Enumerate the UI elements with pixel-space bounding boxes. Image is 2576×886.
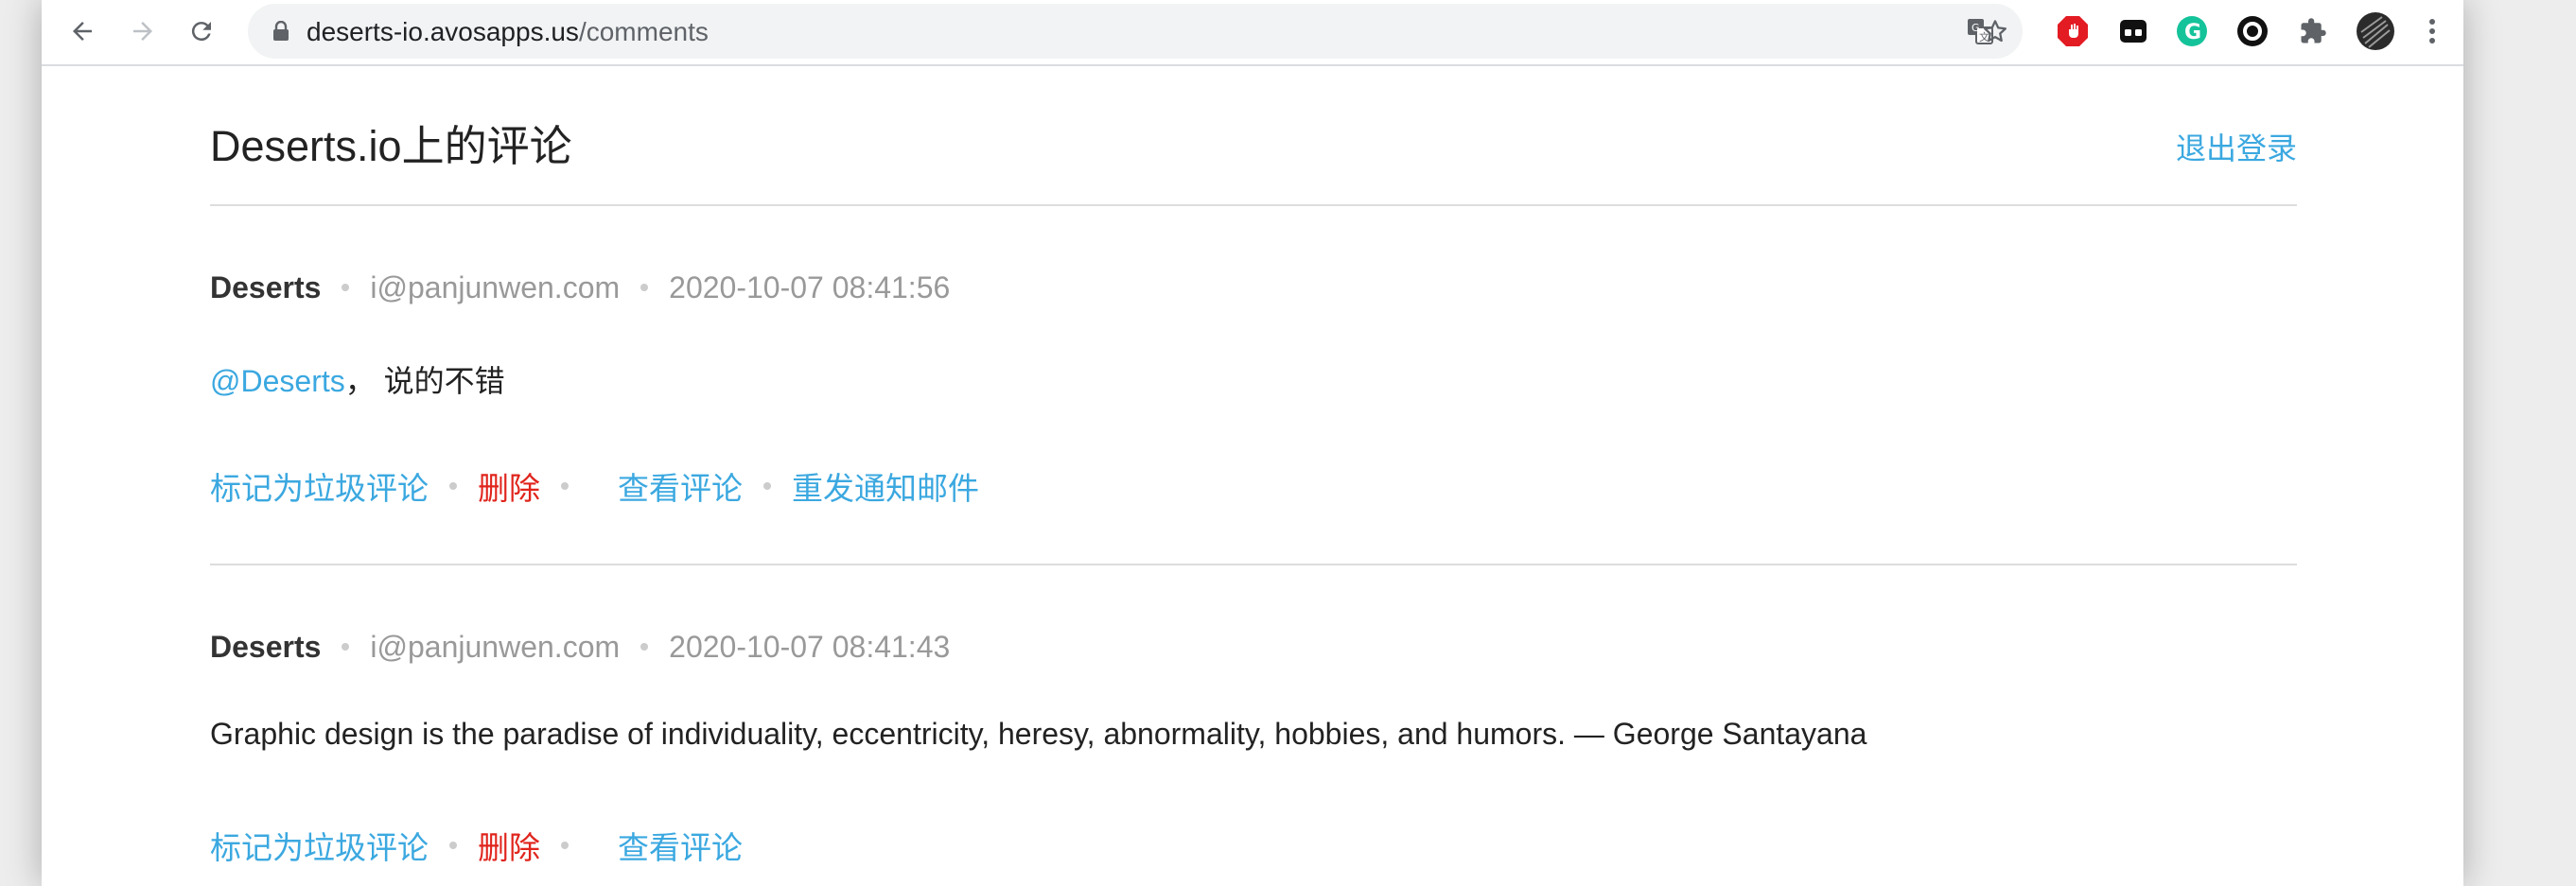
more-menu-icon[interactable]	[2416, 15, 2448, 47]
header-divider	[210, 204, 2297, 206]
browser-toolbar: deserts-io.avosapps.us/comments G文 G	[42, 0, 2463, 66]
forward-icon[interactable]	[123, 11, 163, 51]
separator-dot	[561, 482, 569, 490]
bookmark-star-icon[interactable]	[1981, 17, 2009, 45]
comment-actions: 标记为垃圾评论 删除 查看评论	[210, 823, 743, 868]
view-comment-link[interactable]: 查看评论	[618, 463, 743, 509]
delete-link[interactable]: 删除	[478, 463, 540, 509]
url-path: /comments	[578, 17, 709, 46]
url-host: deserts-io.avosapps.us	[307, 17, 579, 46]
comment-item: Deserts i@panjunwen.com 2020-10-07 08:41…	[210, 628, 2297, 886]
mark-spam-link[interactable]: 标记为垃圾评论	[210, 463, 429, 509]
url-text[interactable]: deserts-io.avosapps.us/comments	[307, 17, 709, 47]
separator-dot	[763, 482, 771, 490]
comment-body: @Deserts， 说的不错	[210, 357, 505, 401]
comment-item: Deserts i@panjunwen.com 2020-10-07 08:41…	[210, 269, 2297, 552]
reload-icon[interactable]	[182, 11, 221, 51]
separator-dot	[449, 842, 457, 849]
page-title: Deserts.io上的评论	[210, 122, 572, 170]
adblock-extension-icon[interactable]	[2057, 15, 2089, 47]
profile-avatar[interactable]	[2356, 11, 2395, 51]
separator-dot	[640, 643, 649, 651]
resend-email-link[interactable]: 重发通知邮件	[792, 463, 979, 509]
extensions-puzzle-icon[interactable]	[2297, 15, 2329, 47]
view-comment-link[interactable]: 查看评论	[618, 823, 743, 868]
browser-window: deserts-io.avosapps.us/comments G文 G Des…	[42, 0, 2463, 886]
separator-dot	[561, 842, 569, 849]
comment-text: ， 说的不错	[344, 364, 505, 398]
mention-link[interactable]: @Deserts	[210, 364, 345, 398]
back-icon[interactable]	[62, 11, 102, 51]
comment-author: Deserts	[210, 629, 322, 664]
separator-dot	[342, 643, 350, 651]
separator-dot	[449, 482, 457, 490]
lock-icon	[272, 20, 289, 46]
comment-email: i@panjunwen.com	[370, 269, 621, 304]
comment-time: 2020-10-07 08:41:56	[669, 269, 951, 304]
separator-dot	[640, 284, 649, 291]
address-bar[interactable]: deserts-io.avosapps.us/comments G文	[248, 4, 2023, 59]
comment-time: 2020-10-07 08:41:43	[669, 629, 951, 664]
logout-link[interactable]: 退出登录	[2176, 125, 2297, 168]
comment-email: i@panjunwen.com	[370, 629, 621, 664]
grammarly-extension-icon[interactable]: G	[2176, 15, 2208, 47]
separator-dot	[342, 284, 350, 291]
comment-meta: Deserts i@panjunwen.com 2020-10-07 08:41…	[210, 269, 950, 306]
circle-extension-icon[interactable]	[2236, 15, 2269, 47]
tab-manager-extension-icon[interactable]	[2117, 15, 2149, 47]
comment-divider	[210, 564, 2297, 565]
comment-author: Deserts	[210, 269, 322, 304]
svg-text:G: G	[2184, 21, 2201, 44]
comment-body: Graphic design is the paradise of indivi…	[210, 717, 1867, 751]
mark-spam-link[interactable]: 标记为垃圾评论	[210, 823, 429, 868]
delete-link[interactable]: 删除	[478, 823, 540, 868]
comment-meta: Deserts i@panjunwen.com 2020-10-07 08:41…	[210, 628, 950, 666]
comment-actions: 标记为垃圾评论 删除 查看评论 重发通知邮件	[210, 463, 979, 509]
